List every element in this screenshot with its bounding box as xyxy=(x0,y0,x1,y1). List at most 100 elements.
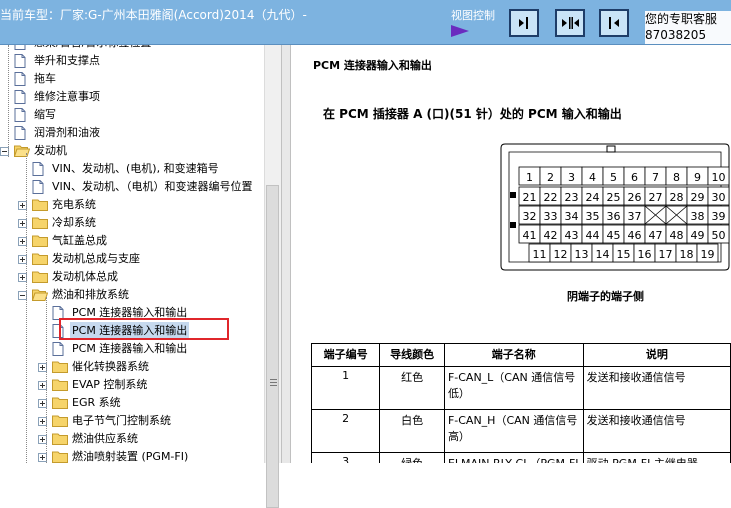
tree-guide-line xyxy=(26,153,27,463)
expand-left-button[interactable] xyxy=(599,9,629,37)
pin-number: 33 xyxy=(544,210,558,223)
pin-number: 19 xyxy=(701,248,715,261)
table-cell: ELMAIN RLY CL（PGM-FI xyxy=(443,452,584,463)
pin-number: 38 xyxy=(691,210,705,223)
pin-number: 27 xyxy=(649,191,663,204)
scrollbar-thumb[interactable] xyxy=(266,185,279,508)
table-row: 1 红色 F-CAN_L（CAN 通信信号低） 发送和接收通信信号 xyxy=(310,366,731,410)
view-arrow-icon xyxy=(451,25,469,37)
folder-icon xyxy=(52,396,68,415)
folder-icon xyxy=(52,432,68,451)
table-header-cell: 端子编号 xyxy=(310,343,381,367)
document-icon xyxy=(14,54,26,74)
tree-scrollbar[interactable] xyxy=(264,45,281,508)
connector-key-mark xyxy=(510,192,516,198)
document-panel: PCM 连接器输入和输出 在 PCM 插接器 A (口)(51 针）处的 PCM… xyxy=(292,45,731,463)
pin-number: 24 xyxy=(586,191,600,204)
arrow-left-bar-icon xyxy=(609,17,619,29)
pin-number: 18 xyxy=(680,248,694,261)
tree-item-label: 拖车 xyxy=(34,72,56,85)
pin-number: 36 xyxy=(607,210,621,223)
table-header-cell: 说明 xyxy=(582,343,731,367)
folder-icon xyxy=(52,360,68,379)
folder-icon xyxy=(32,270,48,289)
document-icon xyxy=(52,342,64,362)
pin-number: 10 xyxy=(712,171,726,184)
tree-item-label: 冷却系统 xyxy=(52,216,96,229)
tree-item-label: 举升和支撑点 xyxy=(34,54,100,67)
table-cell: 发送和接收通信信号 xyxy=(582,366,731,410)
table-header-cell: 端子名称 xyxy=(443,343,584,367)
pin-number: 3 xyxy=(568,171,575,184)
pin-table: 端子编号 导线颜色 端子名称 说明 1 红色 F-CAN_L（CAN 通信信号低） 发送和接… xyxy=(310,343,731,463)
pin-number: 37 xyxy=(628,210,642,223)
connector-diagram: 1 2 3 4 5 6 7 8 9 1021 22 23 24 25 26 27 28 29 3032 33 34 35 3… xyxy=(500,143,730,271)
grip-icon xyxy=(270,379,277,386)
pin-number: 7 xyxy=(652,171,659,184)
document-heading: PCM 连接器输入和输出 xyxy=(313,59,432,72)
document-icon xyxy=(14,126,26,146)
folder-icon xyxy=(32,216,48,235)
panel-splitter[interactable] xyxy=(281,45,291,463)
tree-item-label: 缩写 xyxy=(34,108,56,121)
folder-icon xyxy=(32,198,48,217)
pin-number: 15 xyxy=(617,248,631,261)
pin-number: 48 xyxy=(670,229,684,242)
document-icon xyxy=(32,180,44,200)
tree-item-label: PCM 连接器输入和输出 xyxy=(72,342,188,355)
table-cell: F-CAN_L（CAN 通信信号低） xyxy=(443,366,584,410)
tree-item-label: VIN、发动机、(电机), 和变速箱号 xyxy=(52,162,219,175)
tree-item-label: 电子节气门控制系统 xyxy=(72,414,171,427)
pin-number: 22 xyxy=(544,191,558,204)
pin-number: 32 xyxy=(523,210,537,223)
table-cell: 发送和接收通信信号 xyxy=(582,409,731,453)
table-row: 3绿色ELMAIN RLY CL（PGM-FI驱动 PGM-FI 主继电器 xyxy=(310,452,731,463)
tree-item-label: 润滑剂和油液 xyxy=(34,126,100,139)
folder-open-icon xyxy=(13,144,31,163)
pin-number: 5 xyxy=(610,171,617,184)
pin-number: 42 xyxy=(544,229,558,242)
pin-number: 46 xyxy=(628,229,642,242)
pin-number: 26 xyxy=(628,191,642,204)
folder-icon xyxy=(52,450,68,463)
tree-item-label: 燃油供应系统 xyxy=(72,432,138,445)
tree-guide-line xyxy=(46,297,47,463)
tree-item-label: VIN、发动机、（电机）和变速器编号位置 xyxy=(52,180,253,193)
pin-number: 21 xyxy=(523,191,537,204)
pin-number: 28 xyxy=(670,191,684,204)
pin-number: 12 xyxy=(554,248,568,261)
tree-item-label: 维修注意事项 xyxy=(34,90,100,103)
pin-number: 11 xyxy=(533,248,547,261)
table-row: 2 白色 F-CAN_H（CAN 通信信号高） 发送和接收通信信号 xyxy=(310,409,731,453)
selection-highlight-box xyxy=(59,318,229,340)
table-header-cell: 导线颜色 xyxy=(379,343,445,367)
connector-caption: 阴端子的端子侧 xyxy=(567,290,644,303)
document-icon xyxy=(14,108,26,128)
folder-icon xyxy=(32,234,48,253)
view-control-label: 视图控制 xyxy=(451,9,495,22)
expand-right-button[interactable] xyxy=(509,9,539,37)
document-icon xyxy=(14,90,26,110)
folder-icon xyxy=(32,252,48,271)
tree-item-label: EVAP 控制系统 xyxy=(72,378,148,391)
pin-number: 49 xyxy=(691,229,705,242)
folder-icon xyxy=(52,378,68,397)
split-view-button[interactable] xyxy=(555,9,585,37)
top-bar: 当前车型：厂家:G-广州本田雅阁(Accord)2014（九代）- 视图控制 您… xyxy=(0,0,731,45)
table-cell: 驱动 PGM-FI 主继电器 xyxy=(582,452,731,463)
customer-service-info: 您的专职客服 87038205 xyxy=(645,11,731,44)
vehicle-info: 当前车型：厂家:G-广州本田雅阁(Accord)2014（九代）- xyxy=(0,8,307,22)
pin-number: 30 xyxy=(712,191,726,204)
table-cell: 3 xyxy=(310,452,381,463)
tree-item-label: 充电系统 xyxy=(52,198,96,211)
connector-key-mark xyxy=(510,222,516,228)
tree-item-label: 气缸盖总成 xyxy=(52,234,107,247)
tree-item-label: EGR 系统 xyxy=(72,396,121,409)
pin-number: 14 xyxy=(596,248,610,261)
pin-number: 17 xyxy=(659,248,673,261)
pin-number: 29 xyxy=(691,191,705,204)
arrow-right-bar-icon xyxy=(519,17,528,29)
pin-number: 47 xyxy=(649,229,663,242)
pin-number: 41 xyxy=(523,229,537,242)
document-icon xyxy=(32,162,44,182)
